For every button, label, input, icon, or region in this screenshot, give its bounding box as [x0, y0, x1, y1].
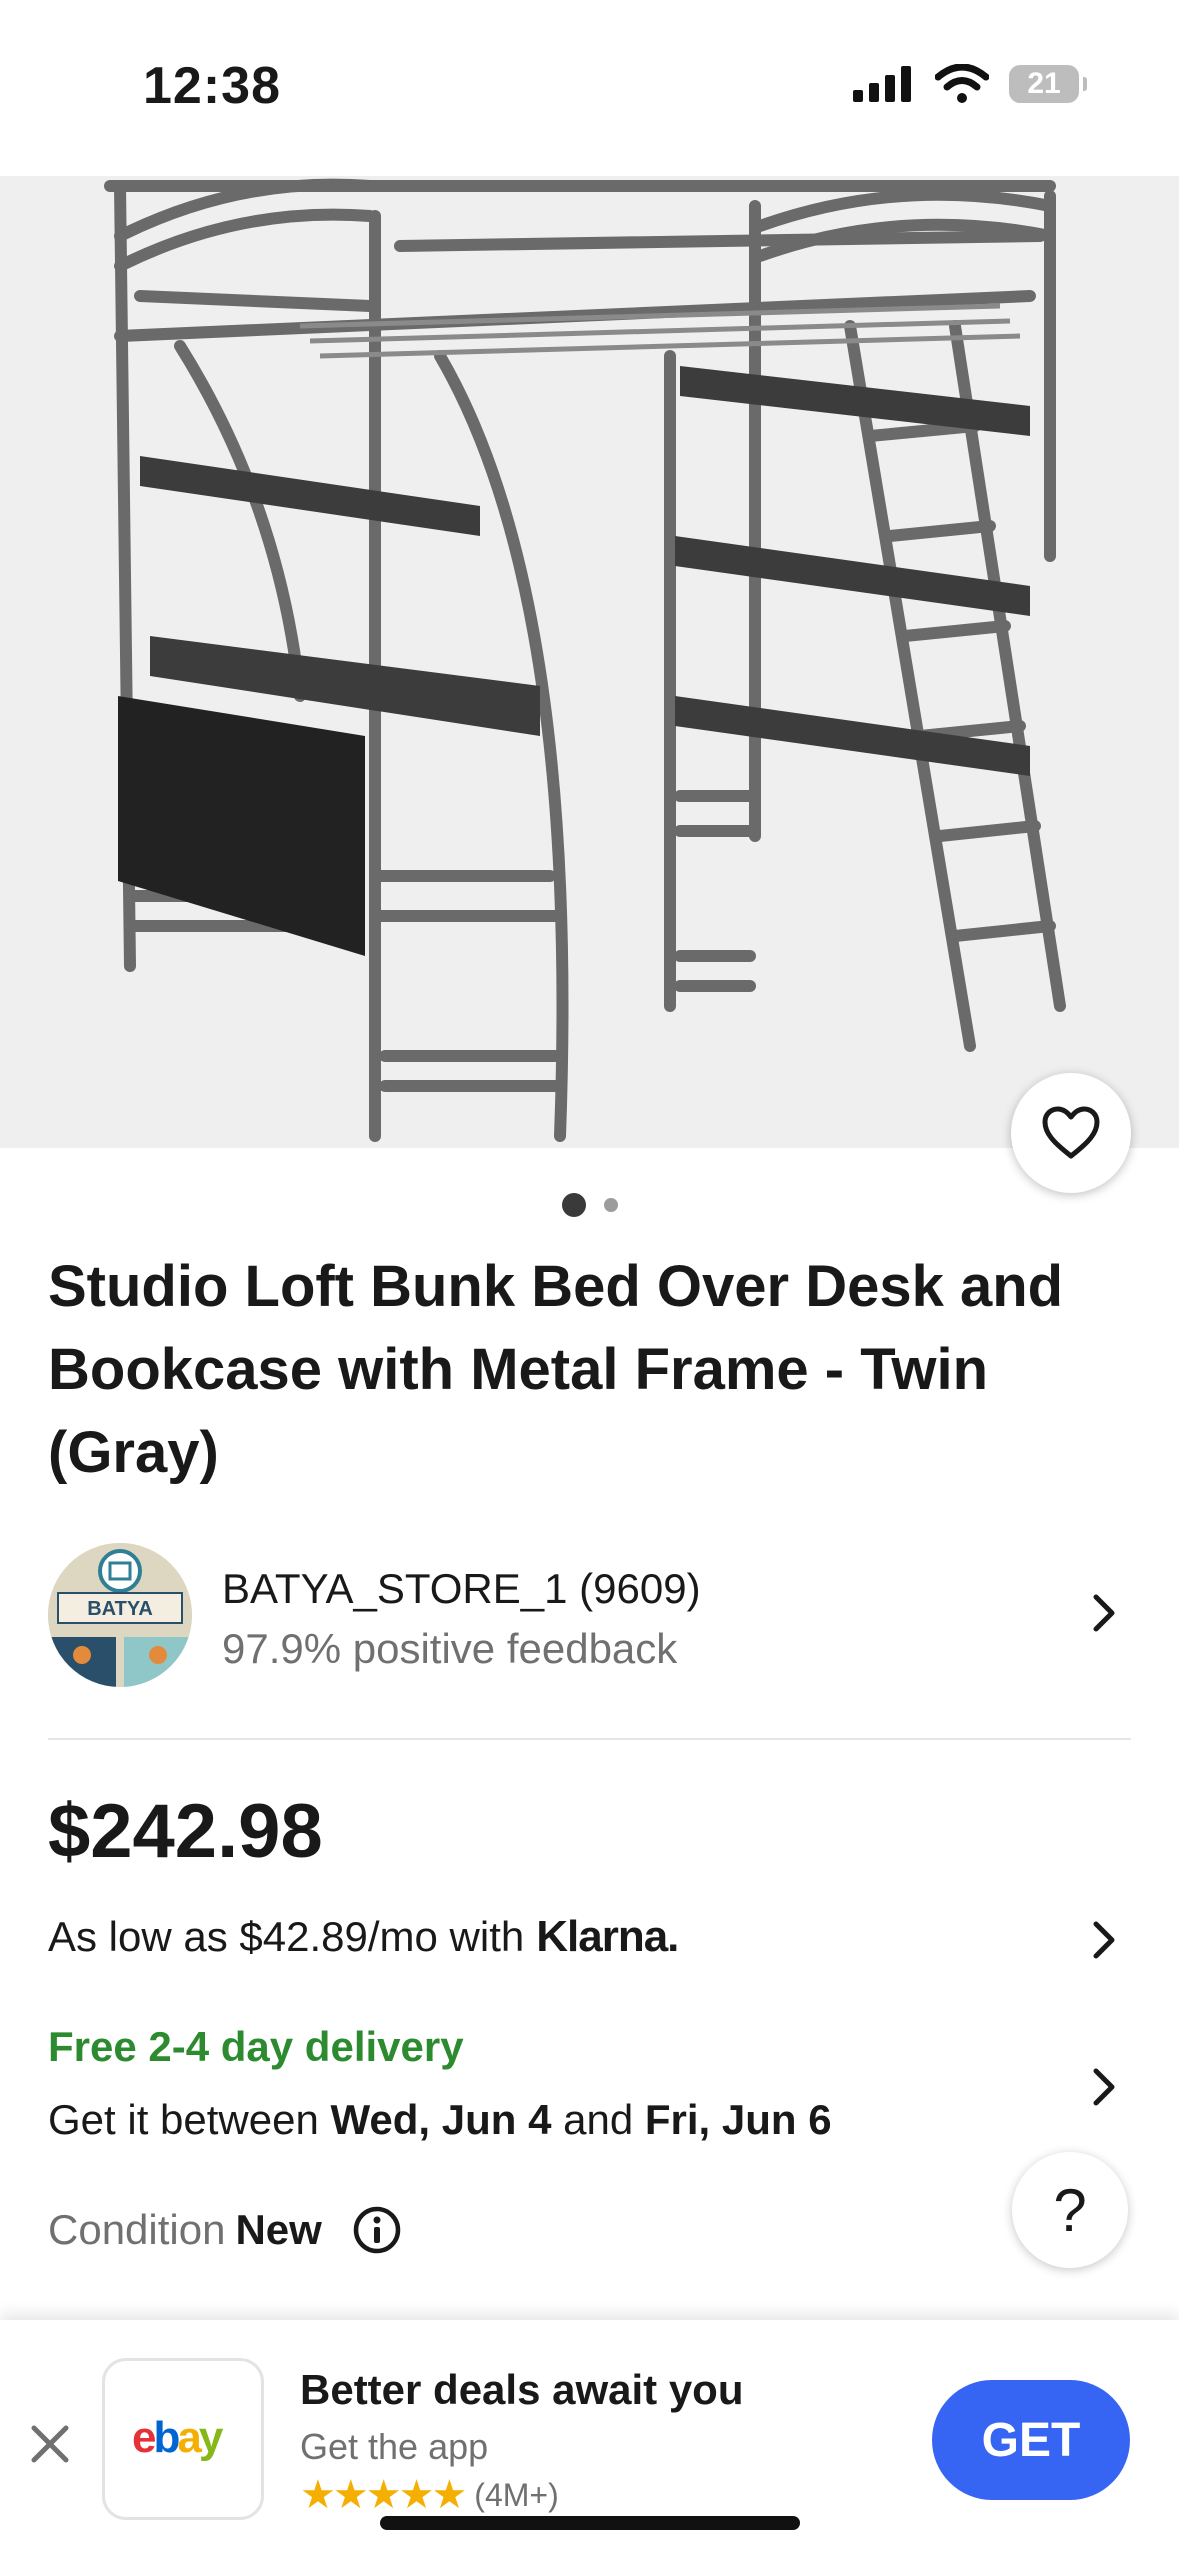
delivery-prefix: Get it between	[48, 2096, 319, 2143]
klarna-text: As low as $42.89/mo with	[48, 1913, 525, 1960]
info-icon[interactable]	[352, 2205, 402, 2255]
condition-row: Condition New	[48, 2205, 402, 2255]
delivery-dates: Get it between Wed, Jun 4 and Fri, Jun 6	[48, 2096, 832, 2144]
help-button[interactable]: ?	[1012, 2152, 1128, 2268]
svg-text:ebay: ebay	[132, 2414, 224, 2462]
seller-logo-text: BATYA	[87, 1598, 153, 1620]
price: $242.98	[48, 1789, 323, 1874]
klarna-logo: Klarna.	[536, 1912, 679, 1961]
carousel-dot-1[interactable]	[561, 1193, 586, 1217]
delivery-title: Free 2-4 day delivery	[48, 2023, 464, 2070]
battery-icon: 21	[1009, 65, 1087, 103]
klarna-financing-row[interactable]: As low as $42.89/mo with Klarna.	[48, 1912, 1132, 1972]
banner-rating: ★★★★★ (4M+)	[300, 2472, 559, 2518]
status-bar: 12:38 21	[0, 0, 1179, 176]
home-indicator	[380, 2516, 800, 2530]
ebay-app-icon: ebay	[102, 2358, 264, 2520]
product-title: Studio Loft Bunk Bed Over Desk and Bookc…	[48, 1254, 1064, 1485]
condition-value: New	[235, 2206, 322, 2253]
favorite-button[interactable]	[1011, 1073, 1131, 1193]
chevron-right-icon	[1093, 1921, 1115, 1959]
delivery-chevron-right-icon[interactable]	[1082, 2065, 1126, 2109]
heart-icon	[1042, 1106, 1100, 1159]
seller-avatar: BATYA	[48, 1543, 192, 1687]
seller-feedback: 97.9% positive feedback	[222, 1625, 678, 1672]
image-carousel-dots	[0, 1193, 1179, 1217]
wifi-icon	[935, 64, 989, 103]
delivery-end-date: Fri, Jun 6	[644, 2096, 832, 2143]
status-icons: 21	[853, 64, 1087, 104]
loft-bed-illustration	[104, 178, 1066, 1142]
delivery-start-date: Wed, Jun 4	[330, 2096, 552, 2143]
help-label: ?	[1053, 2176, 1087, 2244]
product-image[interactable]	[0, 176, 1179, 1148]
delivery-and: and	[563, 2096, 634, 2143]
seller-row[interactable]: BATYA BATYA_STORE_1 (9609) 97.9% positiv…	[48, 1543, 1132, 1689]
chevron-right-icon	[1093, 1594, 1115, 1632]
star-rating-icon: ★★★★★	[300, 2473, 467, 2517]
cellular-signal-icon	[853, 66, 911, 102]
seller-logo-icon: BATYA	[48, 1543, 192, 1687]
carousel-dot-2[interactable]	[603, 1198, 618, 1212]
seller-name: BATYA_STORE_1 (9609)	[222, 1565, 701, 1612]
rating-count: (4M+)	[474, 2476, 559, 2513]
close-icon[interactable]	[26, 2420, 74, 2468]
divider	[48, 1738, 1131, 1740]
battery-level: 21	[1027, 67, 1061, 100]
banner-subtitle: Get the app	[300, 2426, 489, 2467]
get-app-button[interactable]: GET	[932, 2380, 1130, 2500]
condition-label: Condition	[48, 2206, 226, 2253]
ebay-logo: ebay	[132, 2414, 227, 2462]
banner-title: Better deals await you	[300, 2366, 744, 2413]
status-time: 12:38	[143, 57, 281, 115]
